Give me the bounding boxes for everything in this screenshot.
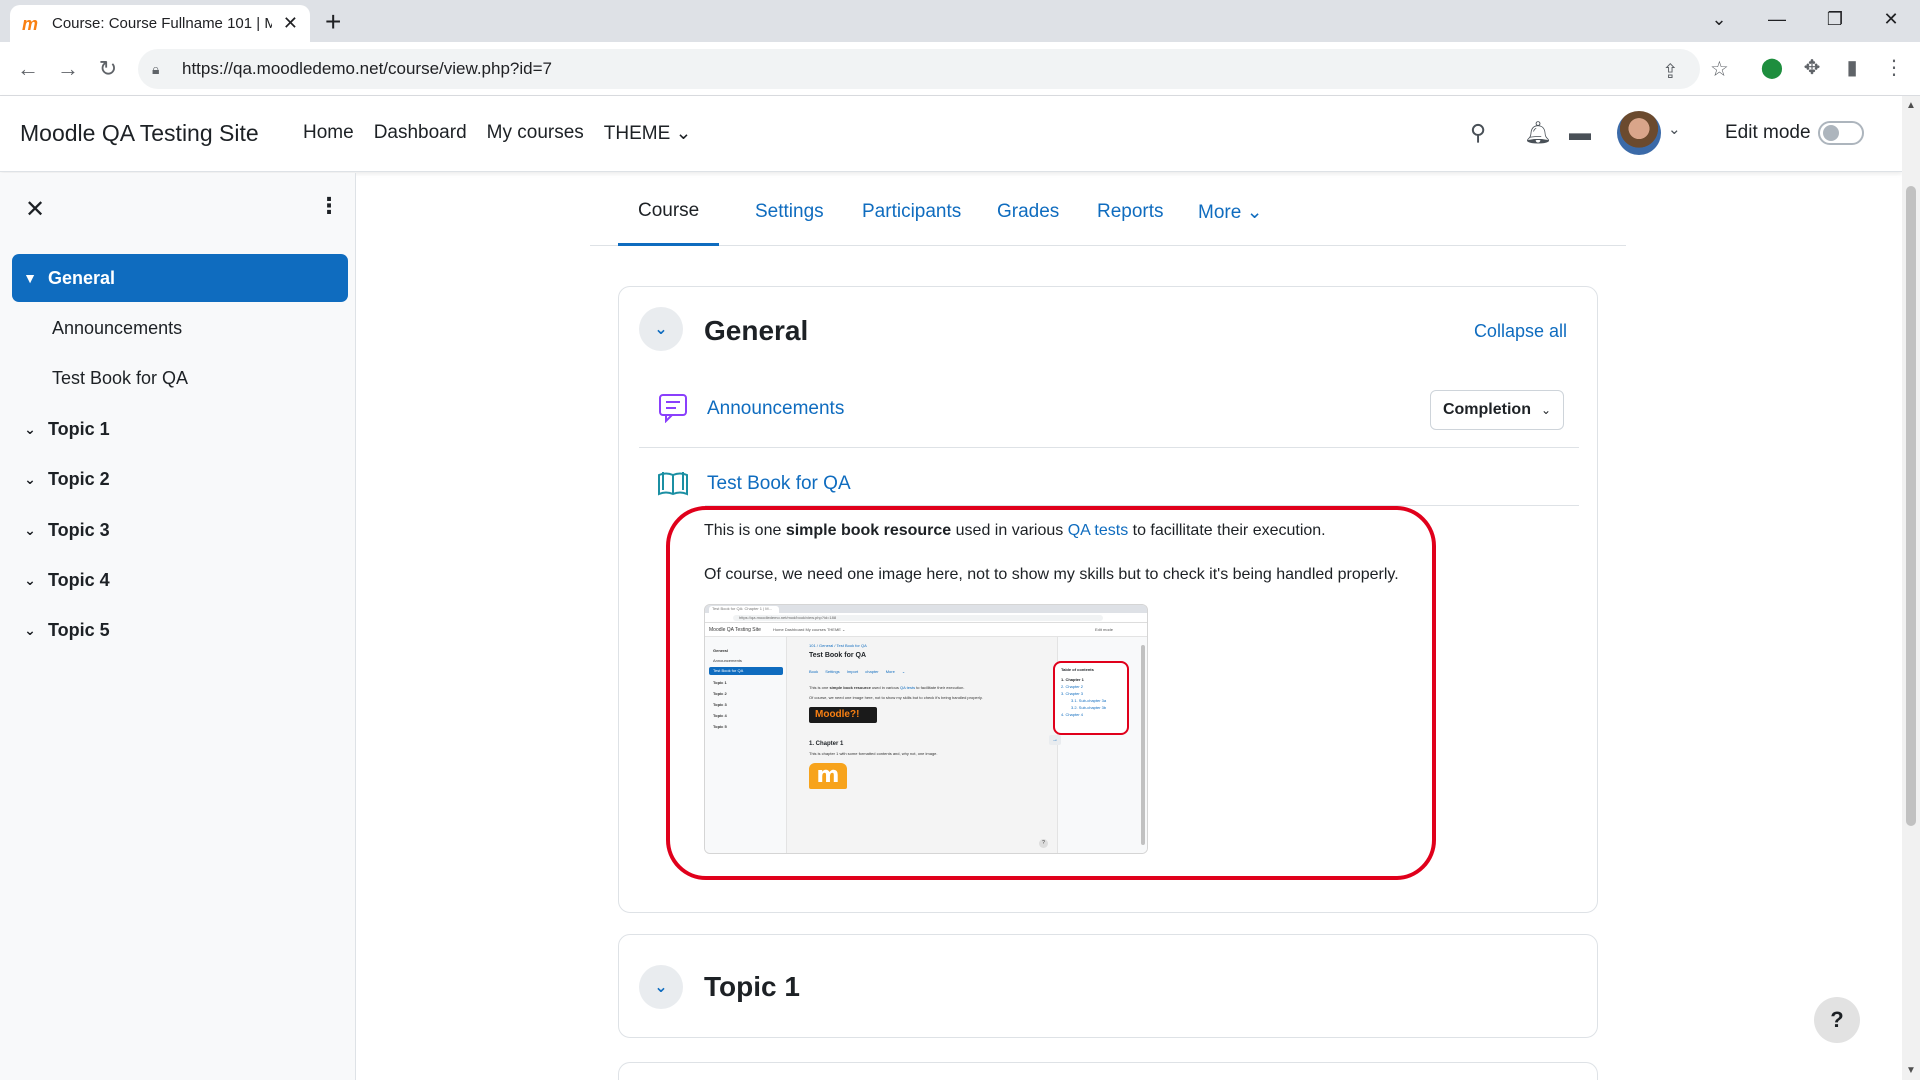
course-index-label: General — [48, 267, 116, 288]
minimize-icon[interactable]: — — [1748, 0, 1806, 38]
section-title: General — [704, 315, 809, 346]
course-index-drawer: ✕ ⋮ ▼ General Announcements Test Book fo… — [0, 173, 356, 1080]
primary-navigation: Home Dashboard My courses THEME ⌄ — [303, 122, 691, 145]
activity-announcements: Announcements Completion ⌄ — [639, 389, 1579, 439]
forward-icon[interactable]: → — [54, 55, 82, 83]
chevron-down-icon[interactable]: ⌄ — [12, 522, 48, 539]
page-scrollbar[interactable]: ▲ ▼ — [1902, 96, 1920, 1080]
edit-mode-toggle[interactable] — [1818, 121, 1864, 145]
course-index-test-book[interactable]: Test Book for QA — [12, 354, 348, 402]
tab-participants[interactable]: Participants — [842, 178, 981, 246]
reload-icon[interactable]: ↻ — [94, 55, 122, 83]
tab-grades[interactable]: Grades — [977, 178, 1079, 246]
activity-divider — [639, 447, 1579, 448]
search-icon[interactable]: ⚲ — [1470, 120, 1486, 146]
chevron-down-icon[interactable]: ⌄ — [12, 471, 48, 488]
activity-name-test-book[interactable]: Test Book for QA — [707, 473, 851, 495]
sidepanel-icon[interactable]: ▮ — [1840, 55, 1864, 80]
scroll-up-icon[interactable]: ▲ — [1906, 100, 1916, 111]
course-index-label: Topic 4 — [48, 569, 110, 590]
forum-icon — [657, 391, 691, 425]
browser-tab[interactable]: m Course: Course Fullname 101 | M ✕ — [10, 5, 310, 42]
course-index-label: Topic 5 — [48, 619, 110, 640]
course-index-label: Topic 3 — [48, 519, 110, 540]
course-index-topic-4[interactable]: ⌄ Topic 4 — [12, 556, 348, 604]
section-title: Topic 1 — [704, 971, 800, 1002]
chevron-down-icon[interactable]: ▼ — [12, 270, 48, 286]
edit-mode-label: Edit mode — [1725, 122, 1811, 143]
kebab-icon[interactable]: ⋮ — [1882, 55, 1906, 80]
course-index-label: Test Book for QA — [52, 367, 189, 388]
scrollbar-thumb[interactable] — [1906, 186, 1916, 826]
course-index-topic-2[interactable]: ⌄ Topic 2 — [12, 455, 348, 503]
extension-shield-icon[interactable]: ⬤ — [1760, 55, 1784, 80]
lock-icon: 🔒︎ — [152, 60, 160, 77]
chevron-down-icon[interactable]: ⌄ — [12, 622, 48, 639]
bell-icon[interactable]: 🔔︎ — [1524, 120, 1552, 146]
section-topic-1: ⌄ Topic 1 — [618, 934, 1598, 1038]
nav-theme[interactable]: THEME ⌄ — [604, 122, 692, 145]
toggle-knob — [1823, 125, 1839, 141]
course-index-topic-3[interactable]: ⌄ Topic 3 — [12, 506, 348, 554]
help-button[interactable]: ? — [1814, 997, 1860, 1043]
address-bar[interactable]: 🔒︎ https://qa.moodledemo.net/course/view… — [138, 49, 1729, 89]
browser-tab-title: Course: Course Fullname 101 | M — [52, 15, 272, 32]
course-index-announcements[interactable]: Announcements — [12, 304, 348, 352]
course-index-label: Announcements — [52, 317, 183, 338]
window-close-icon[interactable]: ✕ — [1862, 0, 1920, 38]
course-index-general[interactable]: ▼ General — [12, 254, 348, 302]
tab-reports[interactable]: Reports — [1077, 178, 1184, 246]
back-icon[interactable]: ← — [14, 55, 42, 83]
activity-name-announcements[interactable]: Announcements — [707, 398, 844, 420]
section-topic-2-partial — [618, 1062, 1598, 1080]
red-highlight-annotation — [666, 506, 1436, 880]
tab-course[interactable]: Course — [618, 178, 720, 246]
restore-icon[interactable]: ❐ — [1806, 0, 1864, 38]
book-icon — [657, 467, 691, 501]
chevron-down-icon[interactable]: ⌄ — [1668, 120, 1681, 138]
nav-my-courses[interactable]: My courses — [487, 122, 584, 145]
kebab-icon[interactable]: ⋮ — [318, 193, 340, 219]
tab-close-icon[interactable]: ✕ — [283, 13, 298, 34]
course-index-topic-5[interactable]: ⌄ Topic 5 — [12, 606, 348, 654]
secondary-navigation: Course Settings Participants Grades Repo… — [590, 178, 1626, 246]
star-icon[interactable]: ☆ — [1710, 57, 1729, 82]
moodle-favicon-icon: m — [22, 13, 39, 34]
puzzle-icon[interactable]: ✥ — [1800, 55, 1824, 80]
collapse-all-link[interactable]: Collapse all — [1474, 321, 1567, 342]
tab-search-icon[interactable]: ⌄ — [1690, 0, 1748, 38]
chevron-down-icon: ⌄ — [1540, 403, 1552, 417]
course-index-label: Topic 1 — [48, 418, 110, 439]
course-index-topic-1[interactable]: ⌄ Topic 1 — [12, 405, 348, 453]
collapse-section-icon[interactable]: ⌄ — [639, 965, 683, 1009]
browser-tabstrip: m Course: Course Fullname 101 | M ✕ + ⌄ … — [0, 0, 1920, 42]
course-index-label: Topic 2 — [48, 468, 110, 489]
chevron-down-icon[interactable]: ⌄ — [12, 421, 48, 438]
completion-dropdown[interactable]: Completion ⌄ — [1430, 390, 1564, 430]
browser-toolbar: ← → ↻ 🔒︎ https://qa.moodledemo.net/cours… — [0, 42, 1920, 96]
completion-label: Completion — [1442, 401, 1531, 418]
collapse-section-icon[interactable]: ⌄ — [639, 307, 683, 351]
nav-home[interactable]: Home — [303, 122, 354, 145]
moodle-navbar: Moodle QA Testing Site Home Dashboard My… — [0, 96, 1902, 172]
close-drawer-icon[interactable]: ✕ — [25, 195, 45, 224]
site-name[interactable]: Moodle QA Testing Site — [20, 120, 259, 147]
scroll-down-icon[interactable]: ▼ — [1906, 1065, 1916, 1076]
message-icon[interactable]: ▬ — [1569, 120, 1591, 146]
avatar[interactable] — [1617, 111, 1661, 155]
nav-dashboard[interactable]: Dashboard — [374, 122, 467, 145]
tab-settings[interactable]: Settings — [735, 178, 844, 246]
share-icon[interactable]: ⇪ — [1662, 59, 1679, 84]
tab-more[interactable]: More ⌄ — [1178, 178, 1283, 246]
chevron-down-icon[interactable]: ⌄ — [12, 572, 48, 589]
new-tab-button[interactable]: + — [325, 6, 341, 38]
address-url[interactable]: https://qa.moodledemo.net/course/view.ph… — [182, 59, 552, 79]
